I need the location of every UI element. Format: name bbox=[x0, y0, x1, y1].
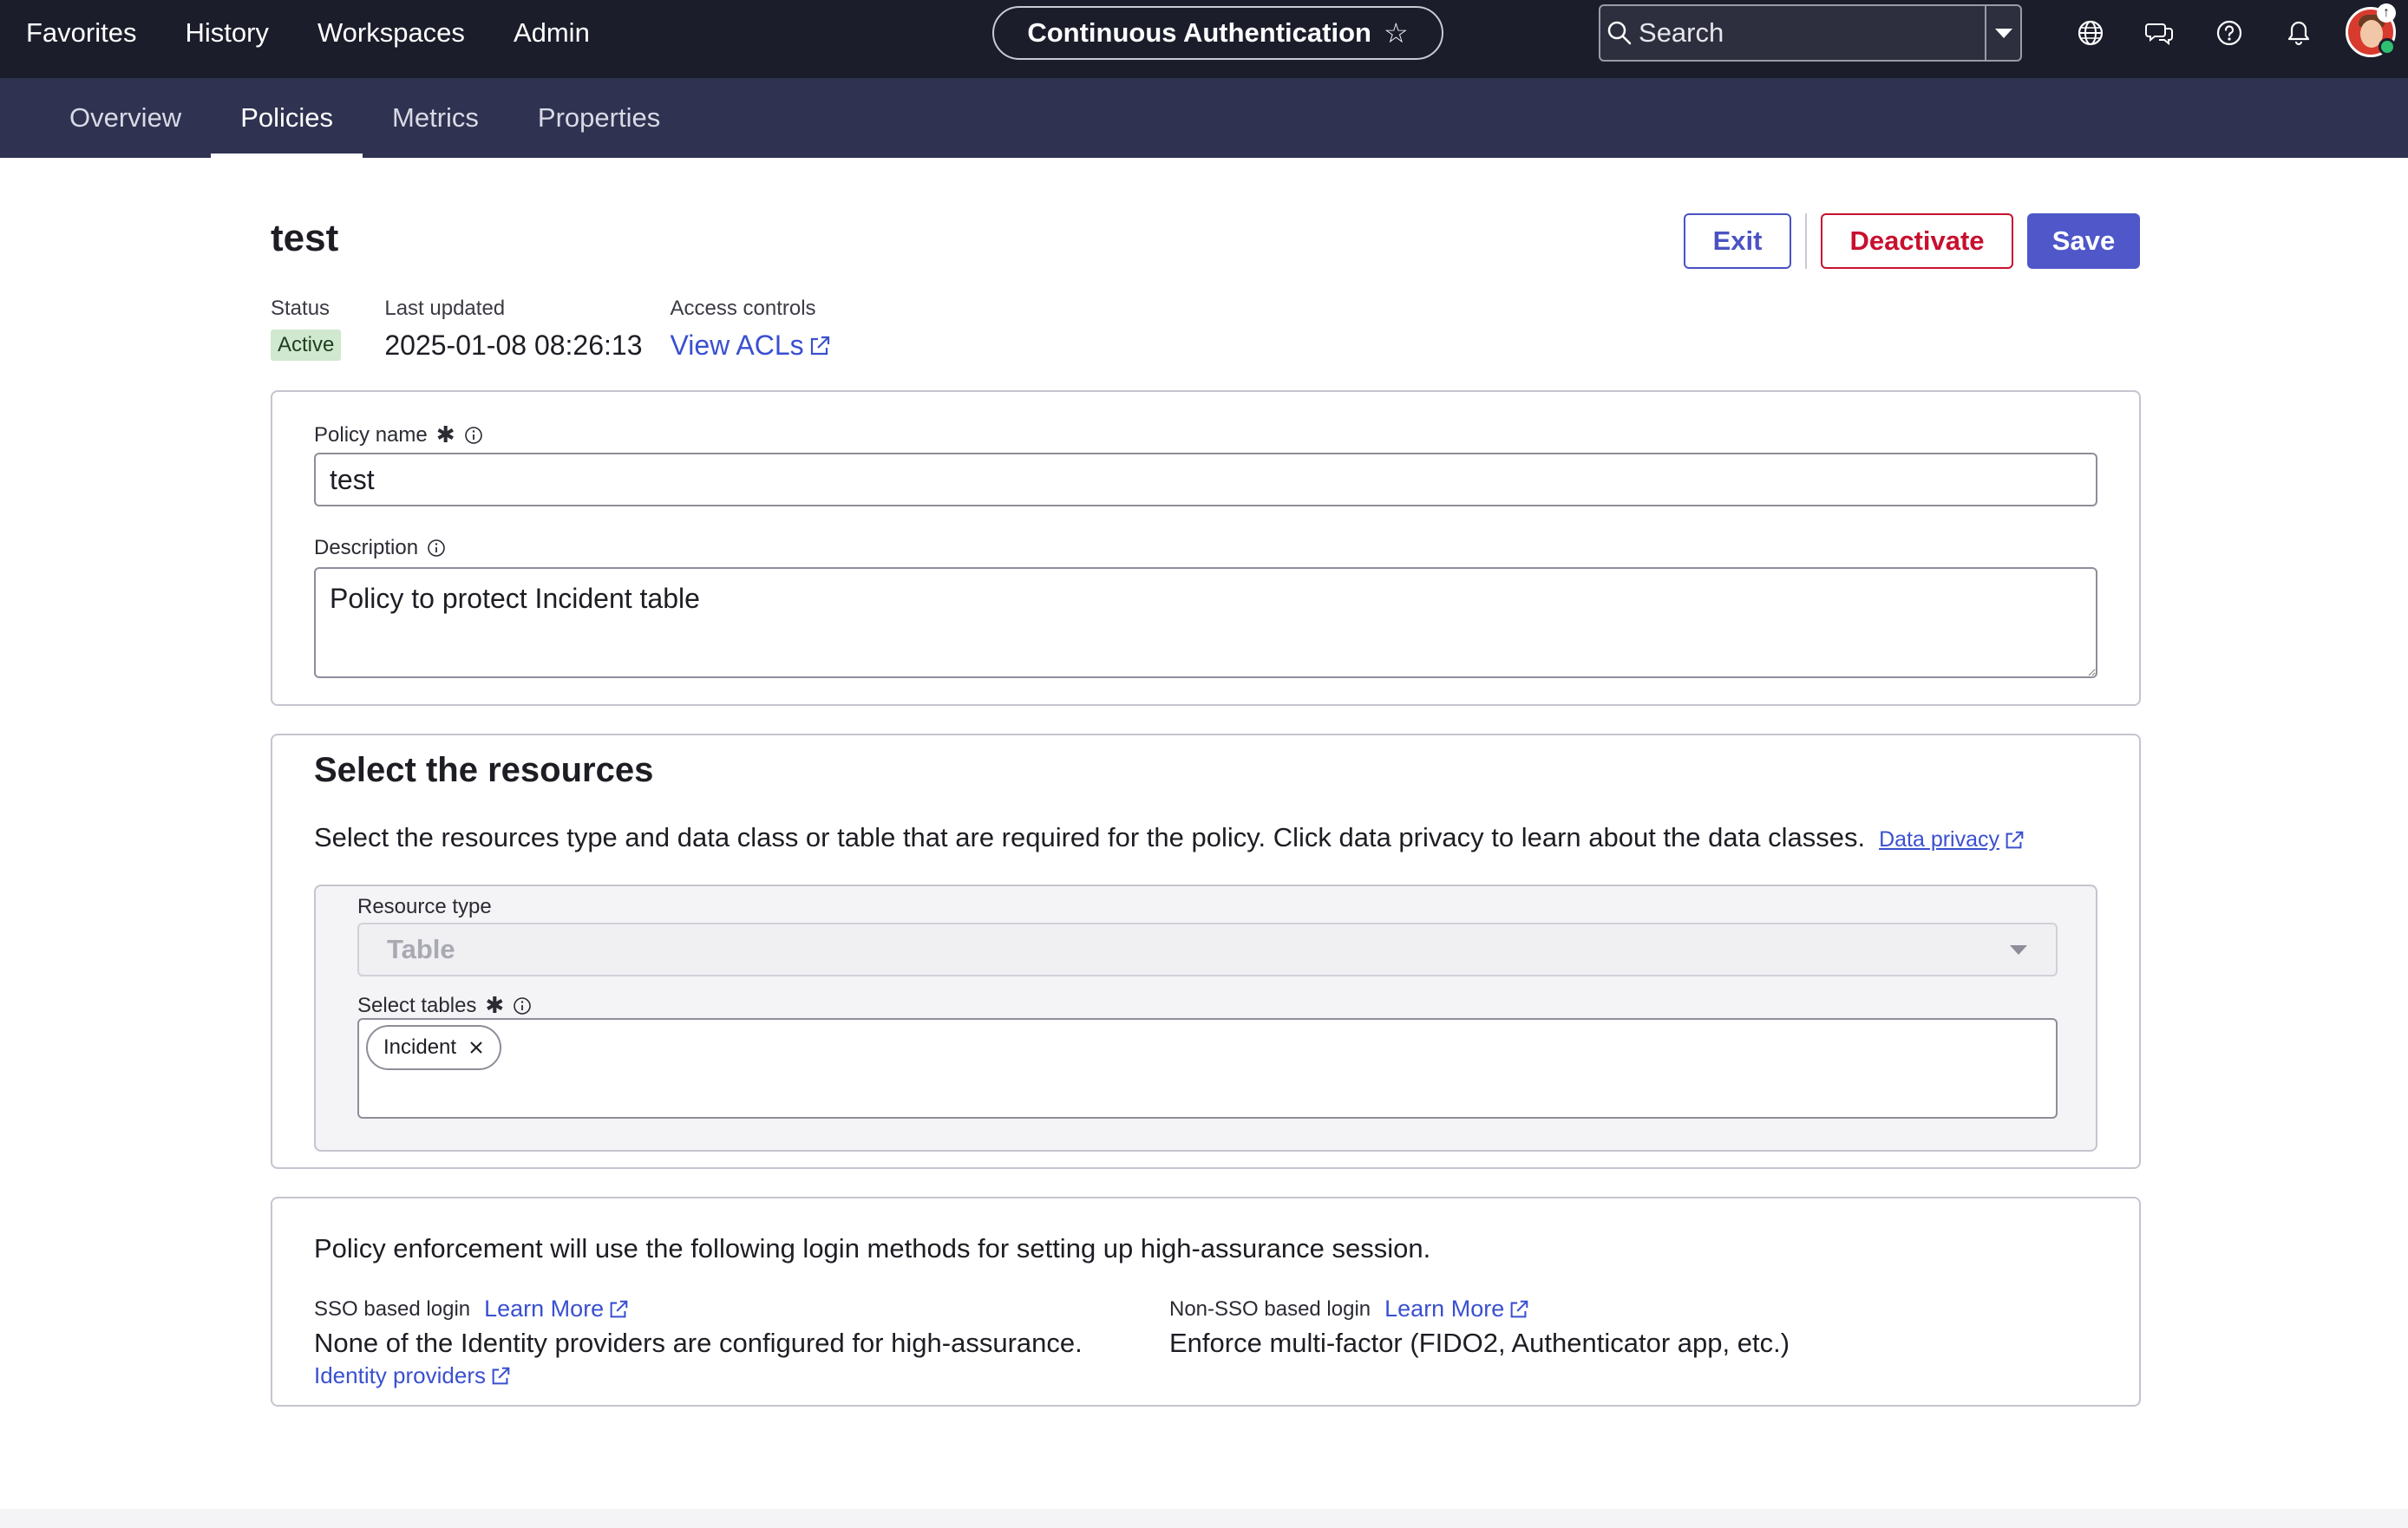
tab-metrics[interactable]: Metrics bbox=[363, 78, 508, 158]
sso-learn-more-link[interactable]: Learn More bbox=[484, 1296, 630, 1322]
save-button[interactable]: Save bbox=[2027, 213, 2140, 269]
nav-favorites[interactable]: Favorites bbox=[26, 17, 136, 49]
non-sso-learn-more-text: Learn More bbox=[1384, 1296, 1505, 1322]
select-tables-label: Select tables ✱ bbox=[357, 992, 532, 1019]
status-badge: Active bbox=[271, 330, 342, 361]
online-status-icon bbox=[2379, 38, 2396, 56]
star-icon[interactable]: ☆ bbox=[1384, 16, 1409, 49]
page-title: test bbox=[271, 217, 339, 259]
resource-type-select: Table bbox=[357, 923, 2058, 976]
status-label: Status bbox=[271, 297, 330, 320]
chevron-down-icon bbox=[1994, 29, 2012, 38]
global-search bbox=[1599, 4, 2022, 62]
external-link-icon bbox=[2006, 831, 2024, 848]
resource-type-value: Table bbox=[387, 934, 455, 964]
resources-title: Select the resources bbox=[314, 751, 654, 789]
utility-icons bbox=[2056, 0, 2333, 66]
description-label: Description bbox=[314, 536, 446, 560]
policy-details-card: Policy name ✱ Description Policy to prot… bbox=[271, 390, 2141, 706]
app-title: Continuous Authentication bbox=[1027, 17, 1371, 48]
non-sso-value: Enforce multi-factor (FIDO2, Authenticat… bbox=[1169, 1328, 1790, 1358]
nav-history[interactable]: History bbox=[185, 17, 268, 49]
policy-name-label-text: Policy name bbox=[314, 422, 428, 447]
action-divider bbox=[1805, 213, 1807, 269]
top-bar: Favorites History Workspaces Admin Conti… bbox=[0, 0, 2408, 78]
resource-type-label: Resource type bbox=[357, 895, 492, 918]
policy-name-label: Policy name ✱ bbox=[314, 421, 483, 448]
non-sso-login-section: Non-SSO based login Learn More Enforce m… bbox=[1169, 1296, 1790, 1359]
resource-selection-panel: Resource type Table Select tables ✱ Inci… bbox=[314, 885, 2097, 1152]
info-icon[interactable] bbox=[464, 426, 483, 445]
help-icon[interactable] bbox=[2195, 0, 2264, 66]
view-acls-text: View ACLs bbox=[670, 330, 804, 361]
table-tag-incident: Incident bbox=[366, 1025, 502, 1070]
tab-overview[interactable]: Overview bbox=[40, 78, 211, 158]
sso-label-row: SSO based login Learn More bbox=[314, 1296, 1083, 1322]
resources-card: Select the resources Select the resource… bbox=[271, 734, 2141, 1169]
enforcement-heading: Policy enforcement will use the followin… bbox=[314, 1233, 1431, 1264]
required-icon: ✱ bbox=[485, 992, 505, 1018]
tab-policies[interactable]: Policies bbox=[211, 78, 363, 158]
access-controls-label: Access controls bbox=[670, 297, 816, 320]
resources-description: Select the resources type and data class… bbox=[314, 822, 2025, 853]
external-link-icon bbox=[810, 336, 829, 355]
last-updated-field: Last updated 2025-01-08 08:26:13 bbox=[384, 297, 642, 362]
tab-properties[interactable]: Properties bbox=[508, 78, 690, 158]
non-sso-label-row: Non-SSO based login Learn More bbox=[1169, 1296, 1790, 1322]
page-footer-strip bbox=[0, 1509, 2408, 1528]
non-sso-learn-more-link[interactable]: Learn More bbox=[1384, 1296, 1530, 1322]
description-textarea[interactable]: Policy to protect Incident table bbox=[314, 567, 2097, 678]
sub-navigation: Overview Policies Metrics Properties bbox=[0, 78, 2408, 158]
sso-label: SSO based login bbox=[314, 1296, 471, 1321]
status-field: Status Active bbox=[271, 297, 342, 362]
nav-admin[interactable]: Admin bbox=[514, 17, 590, 49]
identity-providers-text: Identity providers bbox=[314, 1362, 486, 1388]
info-icon[interactable] bbox=[513, 996, 532, 1015]
avatar-badge-icon: ↑ bbox=[2377, 3, 2396, 23]
select-tables-label-text: Select tables bbox=[357, 993, 477, 1017]
bell-icon[interactable] bbox=[2264, 0, 2333, 66]
chevron-down-icon bbox=[2010, 945, 2027, 955]
sso-login-section: SSO based login Learn More None of the I… bbox=[314, 1296, 1083, 1389]
nav-workspaces[interactable]: Workspaces bbox=[317, 17, 465, 49]
exit-button[interactable]: Exit bbox=[1684, 213, 1791, 269]
non-sso-label: Non-SSO based login bbox=[1169, 1296, 1371, 1321]
policy-name-input[interactable] bbox=[314, 453, 2097, 506]
policy-meta: Status Active Last updated 2025-01-08 08… bbox=[271, 297, 875, 362]
table-tag-label: Incident bbox=[383, 1035, 457, 1059]
resources-description-text: Select the resources type and data class… bbox=[314, 822, 1866, 852]
description-label-text: Description bbox=[314, 536, 419, 559]
search-icon bbox=[1600, 6, 1639, 60]
data-privacy-link[interactable]: Data privacy bbox=[1879, 827, 2025, 852]
sso-value: None of the Identity providers are confi… bbox=[314, 1328, 1083, 1358]
header-actions: Exit Deactivate Save bbox=[1684, 213, 2140, 269]
global-nav: Favorites History Workspaces Admin bbox=[26, 0, 638, 66]
last-updated-label: Last updated bbox=[384, 297, 506, 320]
select-tables-input[interactable]: Incident bbox=[357, 1018, 2058, 1119]
search-scope-dropdown[interactable] bbox=[1985, 6, 2020, 60]
search-input[interactable] bbox=[1639, 6, 1986, 60]
info-icon[interactable] bbox=[427, 539, 446, 558]
deactivate-button[interactable]: Deactivate bbox=[1821, 213, 2013, 269]
sso-learn-more-text: Learn More bbox=[484, 1296, 605, 1322]
chat-icon[interactable] bbox=[2125, 0, 2195, 66]
external-link-icon bbox=[492, 1367, 510, 1384]
data-privacy-text: Data privacy bbox=[1879, 827, 2000, 852]
view-acls-link[interactable]: View ACLs bbox=[671, 330, 832, 362]
external-link-icon bbox=[610, 1300, 628, 1317]
enforcement-card: Policy enforcement will use the followin… bbox=[271, 1197, 2141, 1407]
access-controls-field: Access controls View ACLs bbox=[671, 297, 832, 362]
identity-providers-link[interactable]: Identity providers bbox=[314, 1362, 512, 1389]
close-icon[interactable] bbox=[468, 1040, 484, 1055]
required-icon: ✱ bbox=[435, 421, 455, 447]
last-updated-value: 2025-01-08 08:26:13 bbox=[384, 330, 643, 361]
globe-icon[interactable] bbox=[2056, 0, 2125, 66]
app-title-pill[interactable]: Continuous Authentication ☆ bbox=[992, 6, 1443, 60]
external-link-icon bbox=[1510, 1300, 1528, 1317]
